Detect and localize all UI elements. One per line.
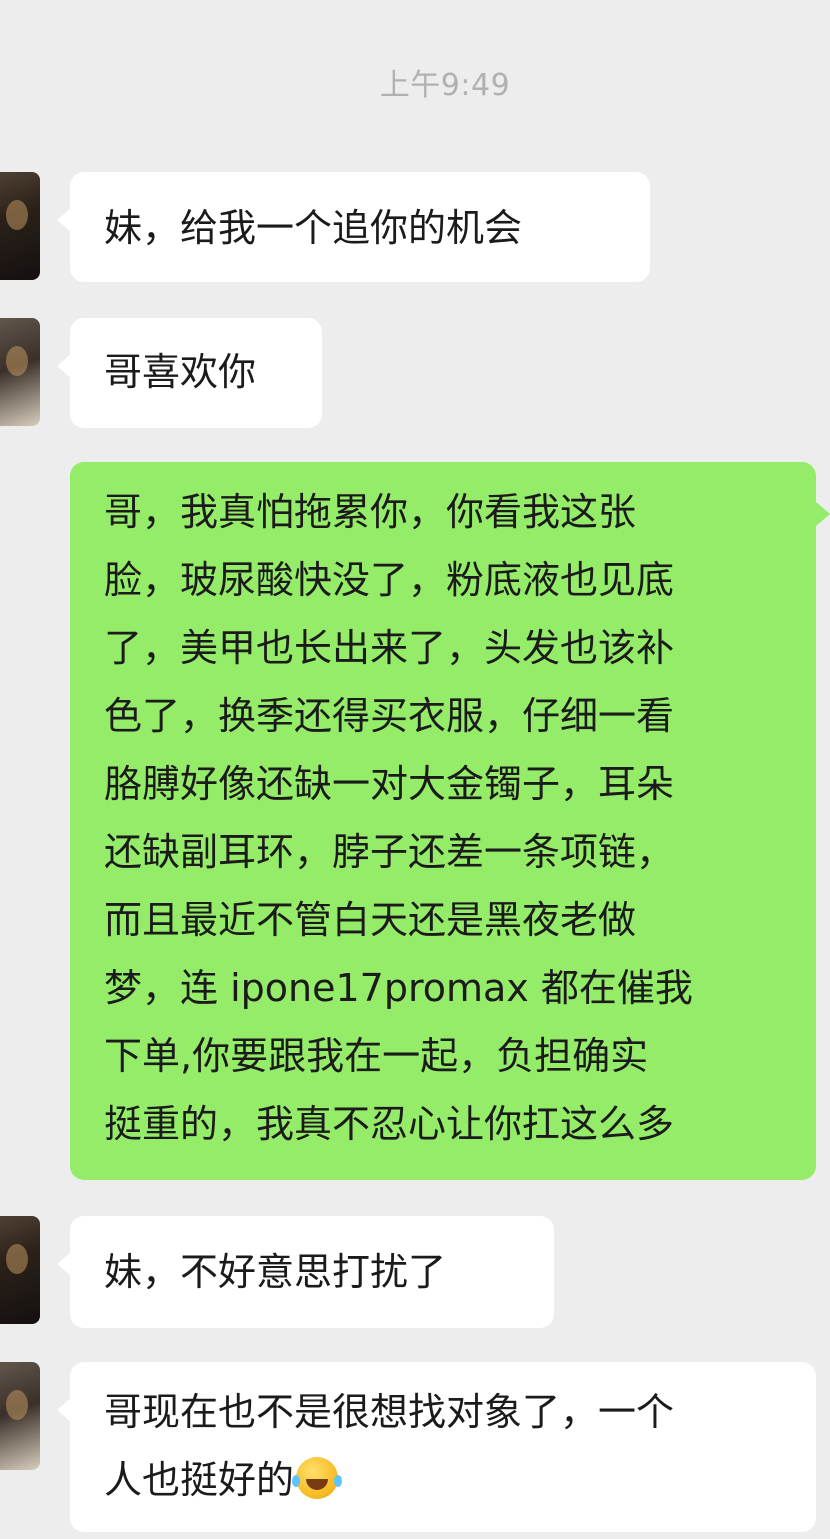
message-text-line: 人也挺好的 — [104, 1446, 816, 1514]
chat-window: 上午9:49 妹，给我一个追你的机会 哥喜欢你 哥，我真怕拖累你，你看我这张 脸… — [0, 0, 830, 1539]
message-text-line: 而且最近不管白天还是黑夜老做 — [104, 898, 637, 942]
message-text: 妹，不好意思打扰了 — [104, 1250, 447, 1294]
message-bubble[interactable]: 妹，不好意思打扰了 — [57, 1216, 554, 1328]
message-text-line: 脸，玻尿酸快没了，粉底液也见底 — [104, 558, 675, 602]
message-text-line: 哥，我真怕拖累你，你看我这张 — [104, 490, 637, 534]
sender-avatar[interactable] — [0, 1216, 40, 1324]
sender-avatar[interactable] — [0, 1362, 40, 1470]
laughing-tears-emoji-icon — [292, 1457, 339, 1499]
message-text-line: 哥现在也不是很想找对象了，一个 — [104, 1390, 675, 1434]
message-text-line: 胳膊好像还缺一对大金镯子，耳朵 — [104, 762, 675, 806]
sender-avatar[interactable] — [0, 172, 40, 280]
sender-avatar[interactable] — [0, 318, 40, 426]
message-text-line: 还缺副耳环，脖子还差一条项链， — [104, 830, 675, 874]
message-bubble[interactable]: 哥，我真怕拖累你，你看我这张 脸，玻尿酸快没了，粉底液也见底 了，美甲也长出来了… — [70, 462, 830, 1180]
message-timestamp: 上午9:49 — [379, 68, 511, 103]
message-text-line: 梦，连 ipone17promax 都在催我 — [104, 966, 693, 1010]
message-text-line: 色了，换季还得买衣服，仔细一看 — [104, 694, 675, 738]
message-text-segment: 人也挺好的 — [104, 1458, 295, 1502]
message-text-line: 下单,你要跟我在一起，负担确实 — [104, 1034, 649, 1078]
message-bubble[interactable]: 哥现在也不是很想找对象了，一个 人也挺好的 — [57, 1362, 816, 1532]
message-text: 妹，给我一个追你的机会 — [104, 206, 523, 250]
message-text: 哥喜欢你 — [104, 350, 257, 394]
message-bubble[interactable]: 妹，给我一个追你的机会 — [57, 172, 650, 282]
message-text-line: 挺重的，我真不忍心让你扛这么多 — [104, 1102, 675, 1146]
message-text-line: 了，美甲也长出来了，头发也该补 — [104, 626, 675, 670]
message-bubble[interactable]: 哥喜欢你 — [57, 318, 322, 428]
